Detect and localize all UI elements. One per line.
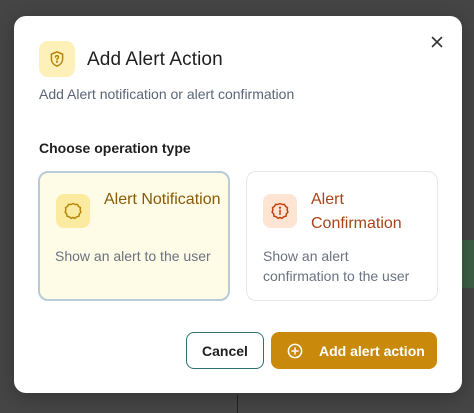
shield-question-icon bbox=[39, 41, 75, 77]
add-alert-action-dialog: Add Alert Action Add Alert notification … bbox=[14, 16, 462, 393]
backdrop-element bbox=[460, 240, 474, 288]
dialog-subtitle: Add Alert notification or alert confirma… bbox=[39, 86, 295, 102]
dialog-title: Add Alert Action bbox=[87, 49, 223, 70]
octagon-icon bbox=[56, 194, 90, 228]
option-description: Show an alert confirmation to the user bbox=[263, 248, 410, 284]
option-title: Alert Notification bbox=[104, 191, 221, 208]
option-title: Alert Confirmation bbox=[311, 191, 402, 232]
option-alert-confirmation[interactable]: Alert Confirmation Show an alert confirm… bbox=[246, 171, 438, 301]
plus-circle-icon bbox=[287, 343, 303, 359]
backdrop-divider bbox=[237, 395, 238, 413]
option-description: Show an alert to the user bbox=[55, 248, 211, 264]
add-alert-action-label: Add alert action bbox=[319, 342, 425, 359]
section-label: Choose operation type bbox=[39, 140, 191, 156]
alert-info-icon bbox=[263, 194, 297, 228]
close-icon bbox=[431, 36, 443, 48]
add-alert-action-button[interactable]: Add alert action bbox=[271, 332, 437, 369]
cancel-button[interactable]: Cancel bbox=[186, 332, 264, 369]
close-button[interactable] bbox=[428, 33, 446, 51]
option-alert-notification[interactable]: Alert Notification Show an alert to the … bbox=[38, 171, 230, 301]
